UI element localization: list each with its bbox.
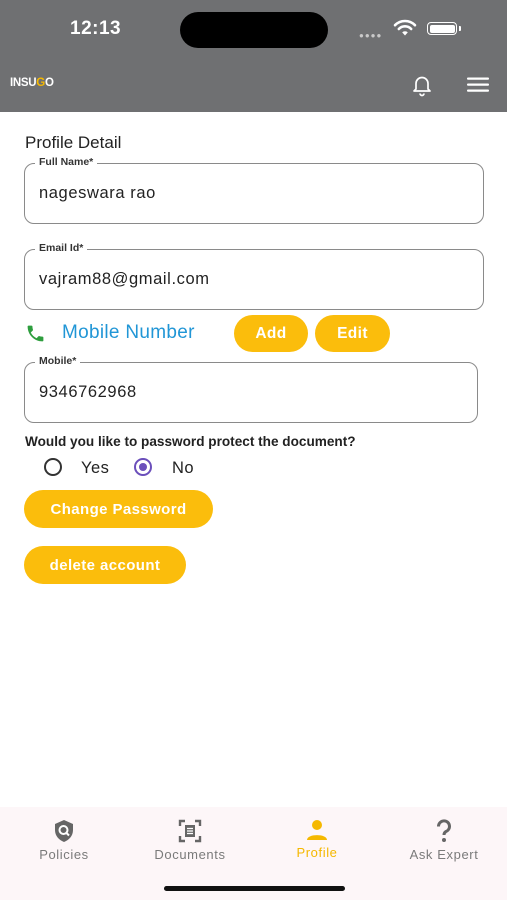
mobile-number-heading: Mobile Number <box>62 322 195 343</box>
edit-mobile-button[interactable]: Edit <box>315 315 390 352</box>
bell-icon[interactable] <box>410 73 434 97</box>
signal-icon: ●●●● <box>359 31 383 40</box>
shield-search-icon <box>55 820 73 842</box>
radio-no-label[interactable]: No <box>172 459 194 478</box>
full-name-label: Full Name* <box>35 156 98 168</box>
home-indicator <box>164 886 345 891</box>
mobile-value[interactable]: 9346762968 <box>39 383 137 402</box>
delete-account-button[interactable]: delete account <box>24 546 186 584</box>
wifi-icon <box>393 19 417 36</box>
full-name-field[interactable]: Full Name* nageswara rao <box>24 156 484 224</box>
radio-no[interactable] <box>134 458 152 476</box>
mobile-field[interactable]: Mobile* 9346762968 <box>24 355 478 423</box>
nav-profile-label: Profile <box>296 845 338 860</box>
app-header: 12:13 ●●●● INSUGO <box>0 0 507 112</box>
nav-ask-expert[interactable]: Ask Expert <box>389 815 499 862</box>
person-icon <box>307 820 327 840</box>
nav-documents[interactable]: Documents <box>135 815 245 862</box>
add-mobile-button[interactable]: Add <box>234 315 308 352</box>
email-label: Email Id* <box>35 242 88 254</box>
question-icon <box>436 819 451 842</box>
nav-policies[interactable]: Policies <box>9 815 119 862</box>
page-title: Profile Detail <box>25 133 122 152</box>
full-name-value[interactable]: nageswara rao <box>39 184 156 203</box>
password-protect-question: Would you like to password protect the d… <box>25 434 356 449</box>
change-password-button[interactable]: Change Password <box>24 490 213 528</box>
email-field[interactable]: Email Id* vajram88@gmail.com <box>24 242 484 310</box>
nav-ask-expert-label: Ask Expert <box>409 847 479 862</box>
nav-documents-label: Documents <box>154 847 226 862</box>
status-time: 12:13 <box>70 18 122 39</box>
battery-icon <box>427 22 457 35</box>
mobile-label: Mobile* <box>35 355 81 367</box>
radio-yes[interactable] <box>44 458 62 476</box>
radio-yes-label[interactable]: Yes <box>81 459 109 478</box>
hamburger-menu-icon[interactable] <box>466 76 490 94</box>
phone-icon <box>27 325 44 342</box>
app-logo: INSUGO <box>10 77 54 89</box>
nav-profile[interactable]: Profile <box>262 815 372 860</box>
email-value[interactable]: vajram88@gmail.com <box>39 270 210 289</box>
document-scan-icon <box>178 819 202 843</box>
nav-policies-label: Policies <box>39 847 89 862</box>
dynamic-island <box>180 12 328 48</box>
